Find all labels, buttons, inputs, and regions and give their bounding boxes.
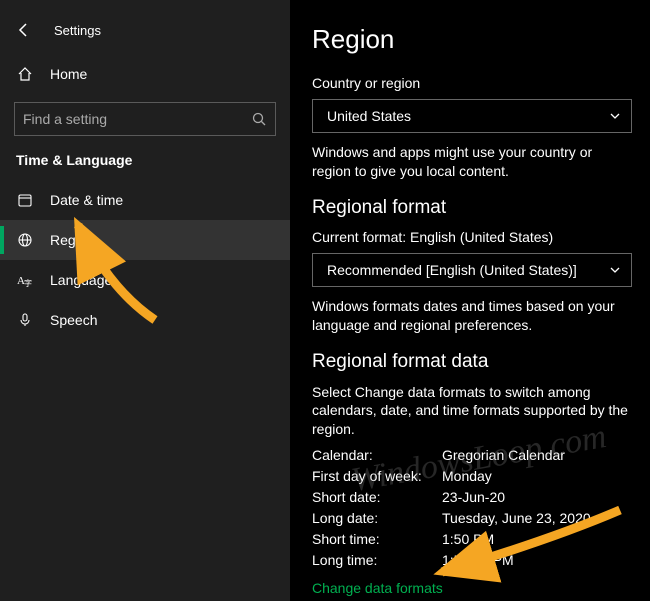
sidebar-item-language[interactable]: A字 Language	[0, 260, 290, 300]
row-val: Gregorian Calendar	[442, 447, 632, 463]
sidebar-item-label: Speech	[50, 312, 97, 328]
clock-icon	[16, 191, 34, 209]
chevron-down-icon	[609, 110, 621, 122]
row-key: Long time:	[312, 552, 442, 568]
back-arrow-icon[interactable]	[12, 18, 36, 42]
row-key: First day of week:	[312, 468, 442, 484]
sidebar-item-label: Language	[50, 272, 112, 288]
sidebar-item-home[interactable]: Home	[0, 54, 290, 94]
home-icon	[16, 65, 34, 83]
country-desc: Windows and apps might use your country …	[312, 143, 632, 181]
page-title: Region	[312, 24, 632, 55]
sidebar: Settings Home Time & Language Date & tim…	[0, 0, 290, 601]
nav-items: Date & time Region A字 Language Speech	[0, 180, 290, 340]
category-heading: Time & Language	[0, 146, 290, 180]
format-data-table: Calendar: Gregorian Calendar First day o…	[312, 447, 632, 568]
row-val: 1:50:36 PM	[442, 552, 632, 568]
chevron-down-icon	[609, 264, 621, 276]
language-icon: A字	[16, 271, 34, 289]
sidebar-item-speech[interactable]: Speech	[0, 300, 290, 340]
format-desc: Windows formats dates and times based on…	[312, 297, 632, 335]
regional-format-heading: Regional format	[312, 197, 632, 219]
current-format-label: Current format: English (United States)	[312, 229, 632, 245]
microphone-icon	[16, 311, 34, 329]
home-label: Home	[50, 66, 87, 82]
header-row: Settings	[0, 10, 290, 50]
country-value: United States	[327, 108, 411, 124]
row-val: Monday	[442, 468, 632, 484]
row-key: Short time:	[312, 531, 442, 547]
app-title: Settings	[54, 23, 101, 38]
data-desc: Select Change data formats to switch amo…	[312, 383, 632, 440]
sidebar-item-region[interactable]: Region	[0, 220, 290, 260]
row-key: Calendar:	[312, 447, 442, 463]
country-label: Country or region	[312, 75, 632, 91]
sidebar-item-date-time[interactable]: Date & time	[0, 180, 290, 220]
row-val: 23-Jun-20	[442, 489, 632, 505]
format-value: Recommended [English (United States)]	[327, 262, 577, 278]
regional-format-data-heading: Regional format data	[312, 351, 632, 373]
row-val: Tuesday, June 23, 2020	[442, 510, 632, 526]
search-icon	[251, 111, 267, 127]
sidebar-item-label: Region	[50, 232, 94, 248]
svg-text:字: 字	[24, 278, 32, 288]
search-box[interactable]	[14, 102, 276, 136]
format-dropdown[interactable]: Recommended [English (United States)]	[312, 253, 632, 287]
search-input[interactable]	[23, 111, 251, 127]
main-content: Region Country or region United States W…	[290, 0, 650, 601]
row-key: Long date:	[312, 510, 442, 526]
country-dropdown[interactable]: United States	[312, 99, 632, 133]
row-key: Short date:	[312, 489, 442, 505]
change-data-formats-link[interactable]: Change data formats	[312, 580, 443, 596]
search-wrap	[14, 102, 276, 136]
globe-icon	[16, 231, 34, 249]
sidebar-item-label: Date & time	[50, 192, 123, 208]
row-val: 1:50 PM	[442, 531, 632, 547]
